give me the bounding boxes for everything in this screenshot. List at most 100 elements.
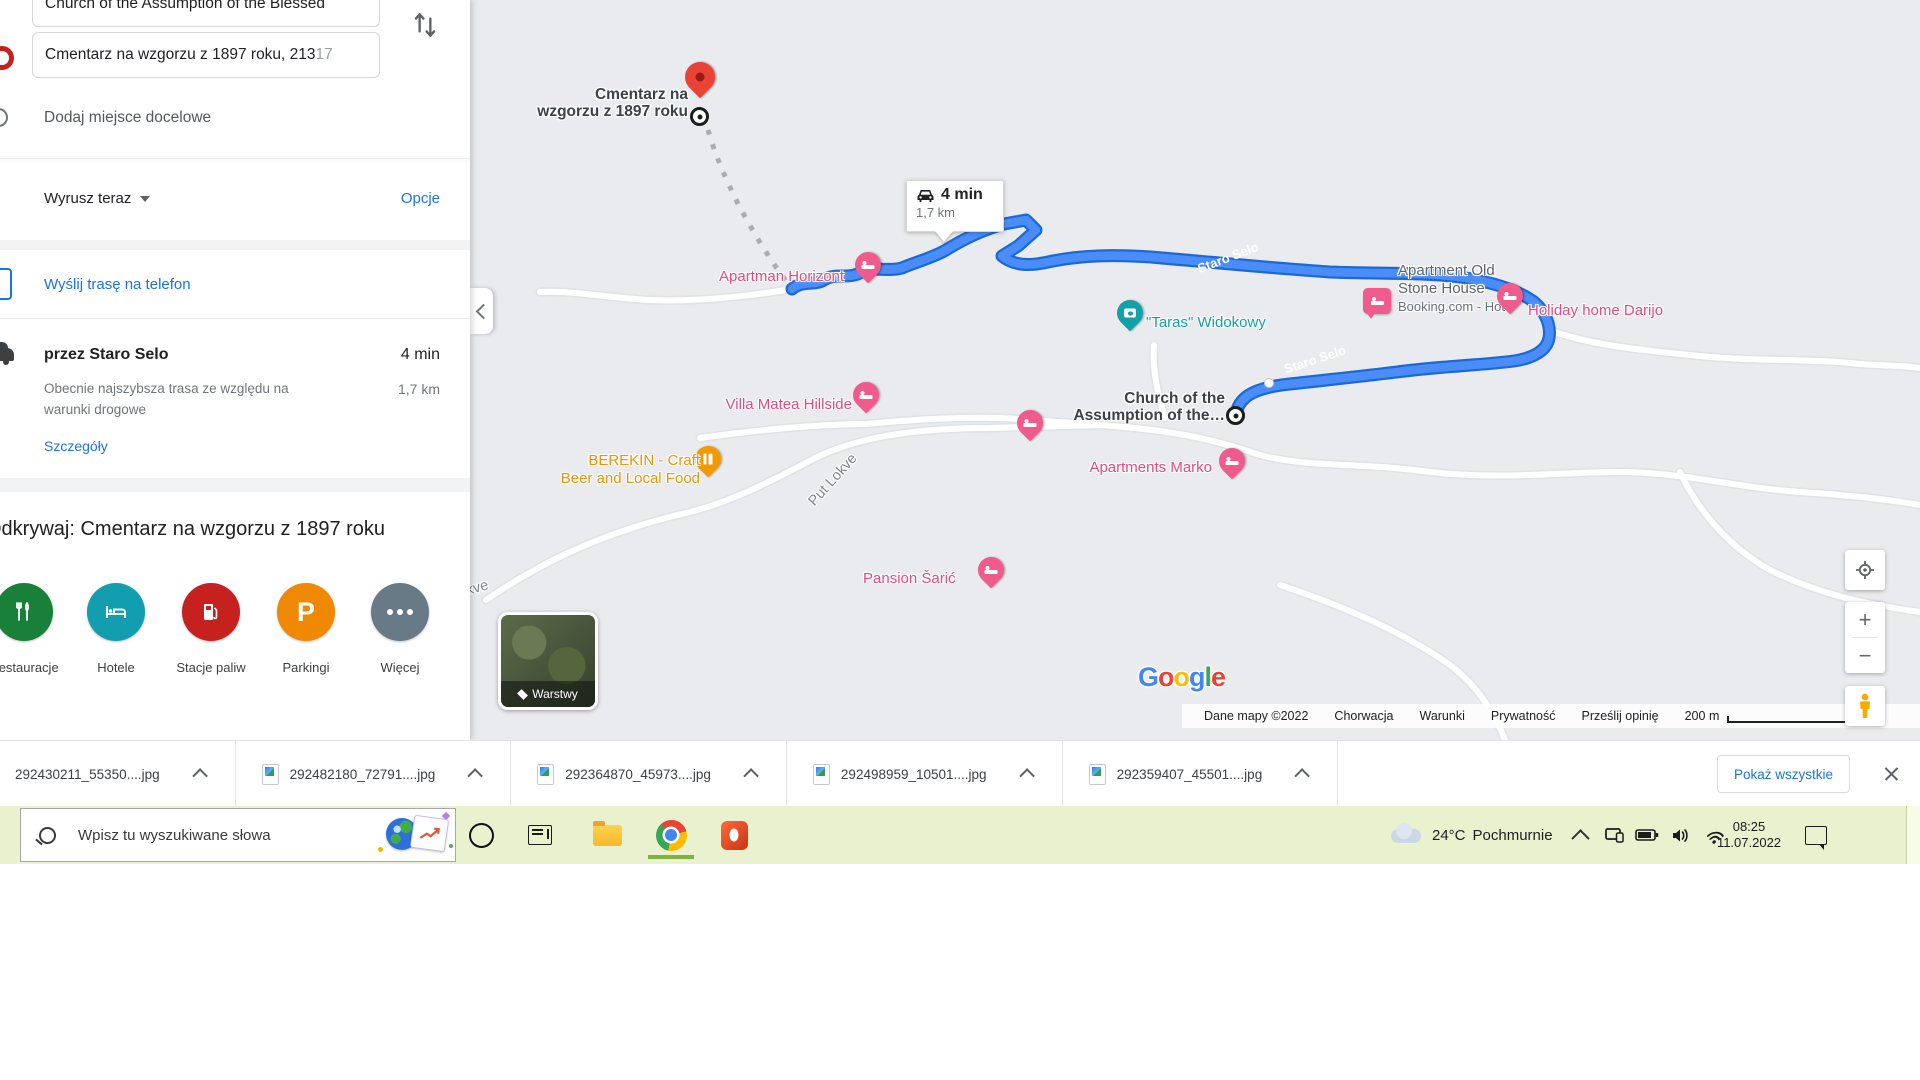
walking-dashed-path xyxy=(708,130,788,284)
cortana-icon xyxy=(469,823,494,848)
church-map-label[interactable]: Church of the Assumption of the… xyxy=(1070,390,1225,424)
route-time-tooltip[interactable]: 4 min 1,7 km xyxy=(906,180,1004,232)
category-hotels[interactable]: Hotele xyxy=(70,583,162,675)
layers-label: Warstwy xyxy=(532,687,578,701)
discover-heading: Odkrywaj: Cmentarz na wzgorzu z 1897 rok… xyxy=(0,518,385,541)
image-file-icon xyxy=(1089,764,1106,785)
clock-date: 11.07.2022 xyxy=(1717,835,1781,851)
hotel-icon xyxy=(104,600,128,624)
search-placeholder: Wpisz tu wyszukiwane słowa xyxy=(78,827,271,844)
weather-widget[interactable] xyxy=(1384,806,1428,864)
map-canvas[interactable]: Staro Selo Staro Selo Put Lokve kve Cmen… xyxy=(470,0,1920,740)
clock-time: 08:25 xyxy=(1733,819,1766,835)
downloads-bar: 292430211_55350....jpg 292482180_72791..… xyxy=(0,740,1920,807)
map-country: Chorwacja xyxy=(1334,709,1393,723)
weather-temp: 24°C xyxy=(1432,827,1466,844)
file-explorer-button[interactable] xyxy=(584,806,630,864)
download-menu-chevron-icon[interactable] xyxy=(743,768,759,784)
booking-hotel-badge-icon[interactable] xyxy=(1363,288,1391,314)
screen: Staro Selo Staro Selo Put Lokve kve Cmen… xyxy=(0,0,1920,1080)
show-all-downloads-button[interactable]: Pokaż wszystkie xyxy=(1717,755,1850,793)
collapse-panel-button[interactable] xyxy=(470,288,493,334)
category-more[interactable]: Więcej xyxy=(354,583,446,675)
route-via-label[interactable]: przez Staro Selo xyxy=(44,346,168,364)
villa-matea-label[interactable]: Villa Matea Hillside xyxy=(700,396,852,413)
battery-tray-icon[interactable] xyxy=(1630,806,1664,864)
map-scale: 200 m xyxy=(1685,709,1860,723)
close-downloads-bar-icon[interactable] xyxy=(1883,765,1900,782)
download-item[interactable]: 292430211_55350....jpg xyxy=(0,741,235,807)
download-item[interactable]: 292498959_10501....jpg xyxy=(787,741,1062,807)
send-to-phone-icon xyxy=(0,268,12,300)
send-route-to-phone-button[interactable]: Wyślij trasę na telefon xyxy=(44,276,191,293)
download-menu-chevron-icon[interactable] xyxy=(468,768,484,784)
my-location-button[interactable] xyxy=(1845,550,1885,590)
download-menu-chevron-icon[interactable] xyxy=(1019,768,1035,784)
taras-widokowy-label[interactable]: "Taras" Widokowy xyxy=(1146,314,1266,331)
route-distance: 1,7 km xyxy=(398,381,440,397)
destination-bullseye-icon[interactable] xyxy=(690,107,709,126)
category-shortcuts: Restauracje Hotele Stacje paliw P Parkin… xyxy=(0,583,470,693)
swap-origin-destination-icon[interactable] xyxy=(412,10,438,40)
hidden-icons-button[interactable] xyxy=(1562,806,1598,864)
options-button[interactable]: Opcje xyxy=(401,190,440,207)
google-logo[interactable]: Google xyxy=(1138,662,1225,693)
volume-tray-icon[interactable] xyxy=(1664,806,1698,864)
chrome-active-indicator xyxy=(648,855,694,859)
scale-bar xyxy=(1727,716,1859,723)
zoom-in-button[interactable]: + xyxy=(1845,602,1885,637)
category-restaurants[interactable]: Restauracje xyxy=(0,583,70,675)
apartments-marko-label[interactable]: Apartments Marko xyxy=(1060,459,1212,476)
show-desktop-button[interactable] xyxy=(1906,806,1920,864)
car-icon xyxy=(916,188,935,203)
add-destination-button[interactable]: Dodaj miejsce docelowe xyxy=(44,109,211,127)
pansion-saric-label[interactable]: Pansion Šarić xyxy=(863,570,956,587)
task-view-button[interactable] xyxy=(518,806,562,864)
berekin-label[interactable]: BEREKIN - Craft Beer and Local Food xyxy=(510,452,700,488)
pegman-button[interactable] xyxy=(1845,686,1885,726)
destination-map-label[interactable]: Cmentarz na wzgorzu z 1897 roku xyxy=(510,86,688,120)
origin-bullseye-icon[interactable] xyxy=(1226,406,1245,425)
leave-now-dropdown[interactable]: Wyrusz teraz xyxy=(44,190,150,207)
apartman-horizont-label[interactable]: Apartman Horizont xyxy=(719,268,844,285)
download-item[interactable]: 292359407_45501....jpg xyxy=(1063,741,1338,807)
action-center-button[interactable] xyxy=(1796,806,1836,864)
taskbar-clock[interactable]: 08:25 11.07.2022 xyxy=(1706,806,1792,864)
image-file-icon xyxy=(537,764,554,785)
destination-field-icon xyxy=(0,46,14,70)
privacy-link[interactable]: Prywatność xyxy=(1491,709,1556,723)
image-file-icon xyxy=(262,764,279,785)
category-parking[interactable]: P Parkingi xyxy=(260,583,352,675)
office-button[interactable] xyxy=(712,806,756,864)
my-location-icon xyxy=(1855,560,1875,580)
destination-input[interactable]: Cmentarz na wzgorzu z 1897 roku, 21317 xyxy=(32,32,380,78)
route-description-line2: warunki drogowe xyxy=(44,402,146,417)
download-menu-chevron-icon[interactable] xyxy=(1295,768,1311,784)
gas-station-icon xyxy=(200,601,222,623)
destination-autocomplete-ghost: 17 xyxy=(316,46,333,64)
chrome-icon xyxy=(656,820,687,851)
zoom-out-button[interactable]: − xyxy=(1845,638,1885,673)
restaurant-icon xyxy=(13,601,35,623)
cast-tray-icon[interactable] xyxy=(1598,806,1630,864)
download-menu-chevron-icon[interactable] xyxy=(192,768,208,784)
search-icon xyxy=(39,827,56,844)
terms-link[interactable]: Warunki xyxy=(1419,709,1464,723)
origin-input[interactable]: Church of the Assumption of the Blessed xyxy=(32,0,380,27)
office-icon xyxy=(721,821,748,850)
folder-icon xyxy=(593,825,622,846)
news-widget-icon[interactable] xyxy=(386,817,447,850)
chevron-down-icon xyxy=(140,196,150,202)
taskbar-search-input[interactable]: Wpisz tu wyszukiwane słowa xyxy=(20,808,456,862)
route-details-link[interactable]: Szczegóły xyxy=(44,438,108,454)
holiday-home-darijo-label[interactable]: Holiday home Darijo xyxy=(1528,302,1663,319)
feedback-link[interactable]: Prześlij opinię xyxy=(1581,709,1658,723)
download-item[interactable]: 292364870_45973....jpg xyxy=(511,741,786,807)
category-gas-stations[interactable]: Stacje paliw xyxy=(165,583,257,675)
download-item[interactable]: 292482180_72791....jpg xyxy=(236,741,511,807)
layers-button[interactable]: Warstwy xyxy=(498,612,598,710)
weather-text[interactable]: 24°C Pochmurnie xyxy=(1432,806,1553,864)
cortana-button[interactable] xyxy=(460,806,502,864)
map-data-credit: Dane mapy ©2022 xyxy=(1204,709,1308,723)
route-duration: 4 min xyxy=(401,346,440,364)
